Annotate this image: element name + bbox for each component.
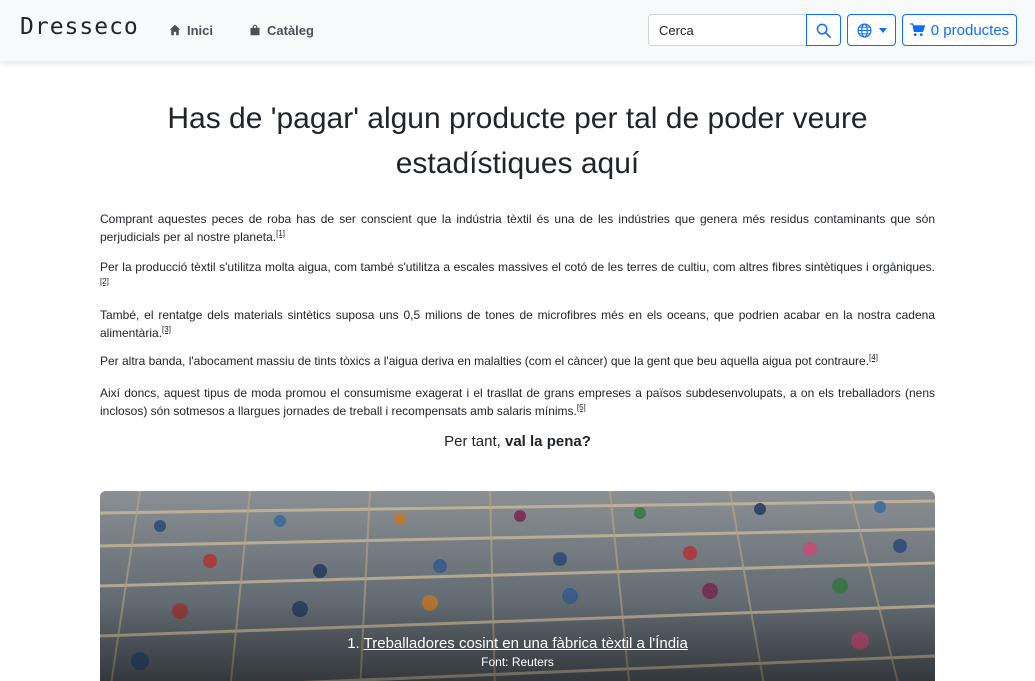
paragraph-text: Per la producció tèxtil s'utilitza molta… [100, 260, 935, 274]
search-icon [816, 23, 831, 38]
nav-home-label: Inici [187, 22, 214, 38]
conclusion-question: val la pena? [505, 433, 591, 450]
globe-icon [857, 23, 871, 37]
paragraph-text: També, el rentatge dels materials sintèt… [100, 308, 935, 340]
caption-number: 1. [347, 635, 364, 652]
info-paragraph: Per altra banda, l'abocament massiu de t… [100, 352, 935, 370]
conclusion-prefix: Per tant, [444, 433, 505, 450]
image-carousel[interactable]: 1. Treballadores cosint en una fàbrica t… [100, 491, 935, 681]
paragraph-text: Per altra banda, l'abocament massiu de t… [100, 354, 870, 368]
info-paragraph: Comprant aquestes peces de roba has de s… [100, 210, 935, 246]
cart-icon [909, 23, 925, 37]
paragraph-text: Comprant aquestes peces de roba has de s… [100, 212, 935, 244]
nav-catalog-label: Catàleg [267, 22, 314, 38]
info-paragraph: També, el rentatge dels materials sintèt… [100, 306, 935, 342]
reference-link[interactable]: [5] [577, 403, 586, 412]
carousel-caption: 1. Treballadores cosint en una fàbrica t… [100, 635, 935, 669]
chevron-down-icon [878, 27, 887, 33]
shopping-bag-icon [250, 24, 260, 36]
caption-source: Font: Reuters [481, 655, 554, 669]
brand-logo[interactable]: Dresseco [20, 14, 139, 40]
search-input[interactable] [648, 14, 807, 46]
caption-link[interactable]: Treballadores cosint en una fàbrica tèxt… [364, 635, 688, 652]
home-icon [169, 24, 181, 36]
caption-title: 1. Treballadores cosint en una fàbrica t… [100, 635, 935, 652]
paragraph-text: Així doncs, aquest tipus de moda promou … [100, 386, 935, 418]
navbar: Dresseco Inici Catàleg 0 productes [0, 0, 1035, 61]
reference-link[interactable]: [4] [869, 353, 878, 362]
reference-link[interactable]: [1] [276, 229, 285, 238]
page-title: Has de 'pagar' algun producte per tal de… [167, 102, 868, 180]
language-dropdown-button[interactable] [847, 14, 896, 46]
conclusion-text: Per tant, val la pena? [100, 433, 935, 450]
info-paragraph: Així doncs, aquest tipus de moda promou … [100, 384, 935, 420]
nav-home-link[interactable]: Inici [169, 21, 213, 39]
info-paragraph: Per la producció tèxtil s'utilitza molta… [100, 258, 935, 294]
search-button[interactable] [806, 14, 841, 46]
cart-label: 0 productes [930, 21, 1010, 39]
cart-button[interactable]: 0 productes [902, 14, 1017, 46]
reference-link[interactable]: [2] [100, 277, 109, 286]
reference-link[interactable]: [3] [162, 325, 171, 334]
nav-catalog-link[interactable]: Catàleg [249, 21, 314, 39]
